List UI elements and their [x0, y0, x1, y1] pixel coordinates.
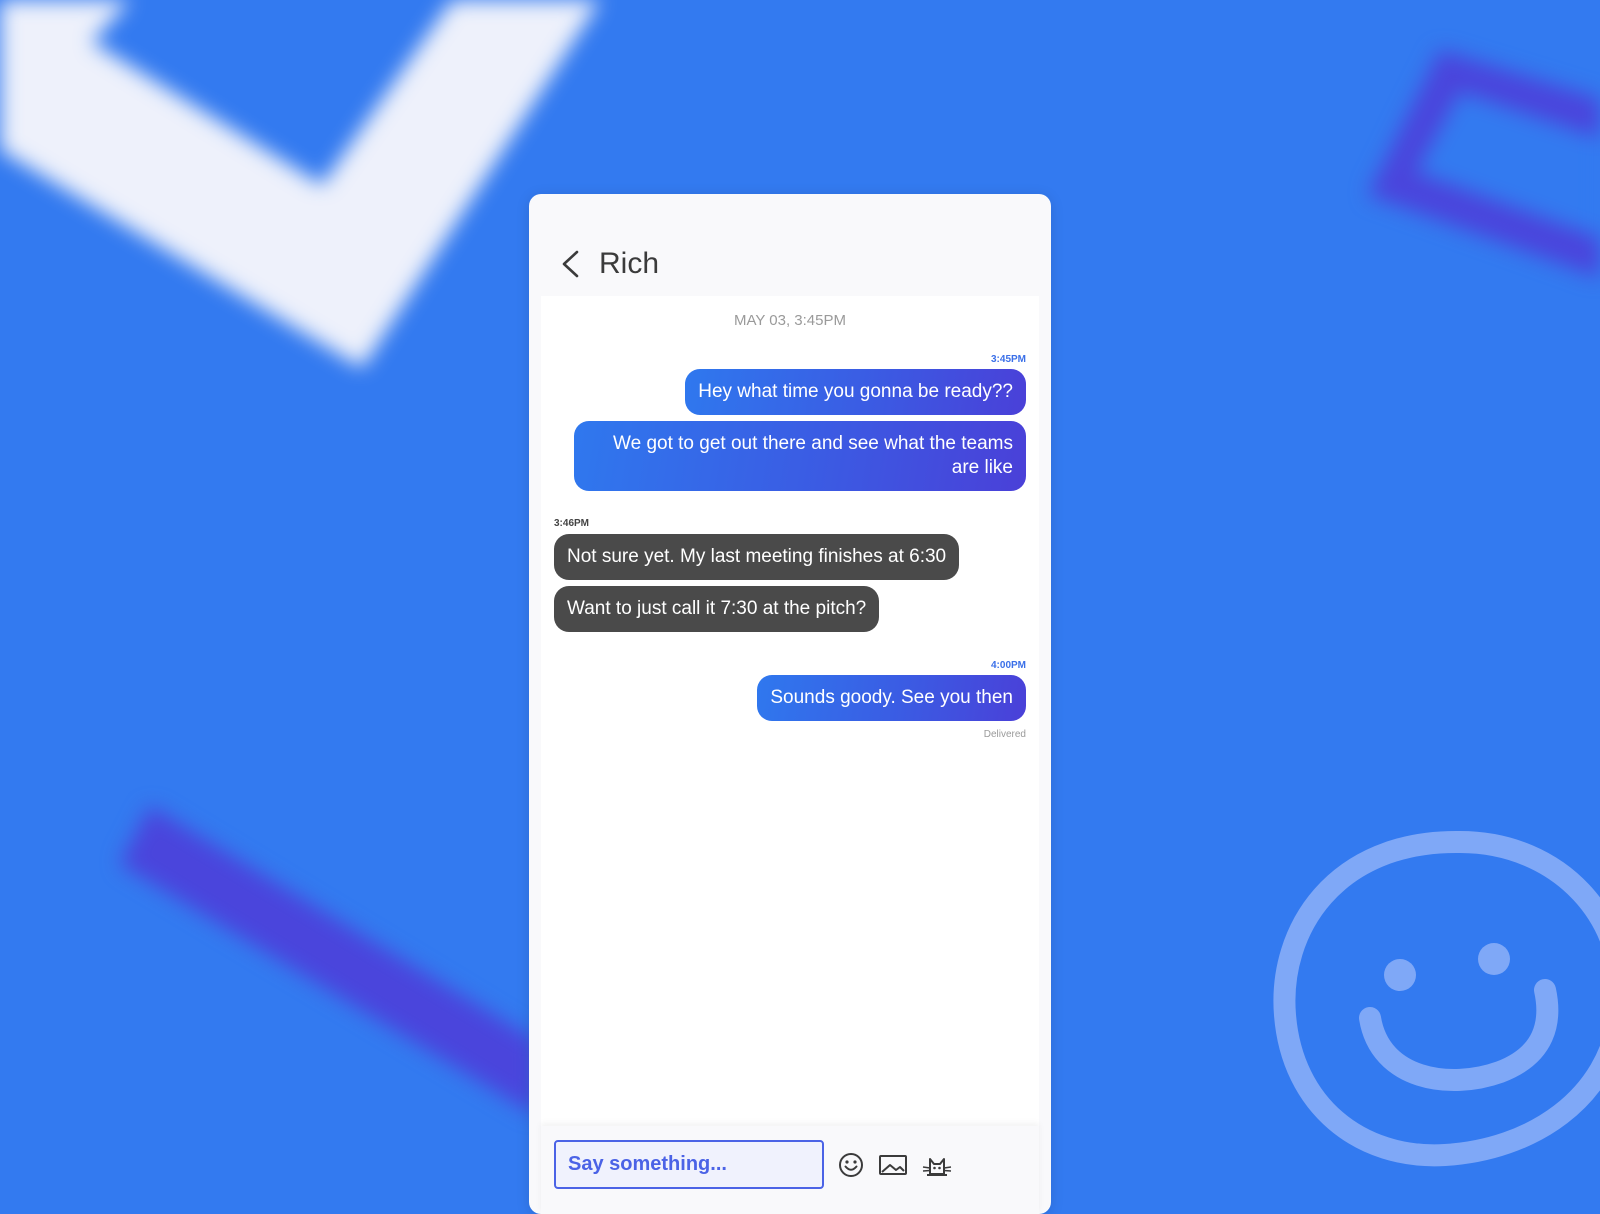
- emoji-icon: [839, 1153, 863, 1177]
- incoming-message-bubble[interactable]: Want to just call it 7:30 at the pitch?: [554, 586, 880, 632]
- chat-header: Rich: [529, 194, 1051, 296]
- cat-icon: [922, 1158, 952, 1176]
- message-timestamp: 3:46PM: [554, 518, 590, 529]
- message-input[interactable]: [554, 1140, 824, 1189]
- message-composer: [541, 1126, 1039, 1214]
- back-button[interactable]: [555, 248, 587, 280]
- message-timestamp: 3:45PM: [990, 354, 1026, 365]
- emoji-button[interactable]: [835, 1150, 867, 1180]
- outgoing-message-bubble[interactable]: Sounds goody. See you then: [757, 675, 1026, 721]
- delivery-status: Delivered: [983, 729, 1026, 740]
- contact-name: Rich: [599, 247, 660, 280]
- chat-screen: Rich MAY 03, 3:45PM 3:45PM Hey what time…: [529, 194, 1051, 1214]
- image-icon: [879, 1155, 907, 1175]
- outgoing-message-bubble[interactable]: Hey what time you gonna be ready??: [685, 369, 1026, 415]
- chevron-left-icon: [562, 250, 579, 278]
- image-button[interactable]: [877, 1150, 909, 1180]
- message-timestamp: 4:00PM: [990, 660, 1026, 671]
- outgoing-message-bubble[interactable]: We got to get out there and see what the…: [574, 421, 1026, 491]
- message-list[interactable]: MAY 03, 3:45PM 3:45PM Hey what time you …: [541, 296, 1039, 1126]
- cat-button[interactable]: [921, 1150, 953, 1180]
- incoming-message-bubble[interactable]: Not sure yet. My last meeting finishes a…: [554, 534, 960, 580]
- date-divider: MAY 03, 3:45PM: [733, 312, 846, 329]
